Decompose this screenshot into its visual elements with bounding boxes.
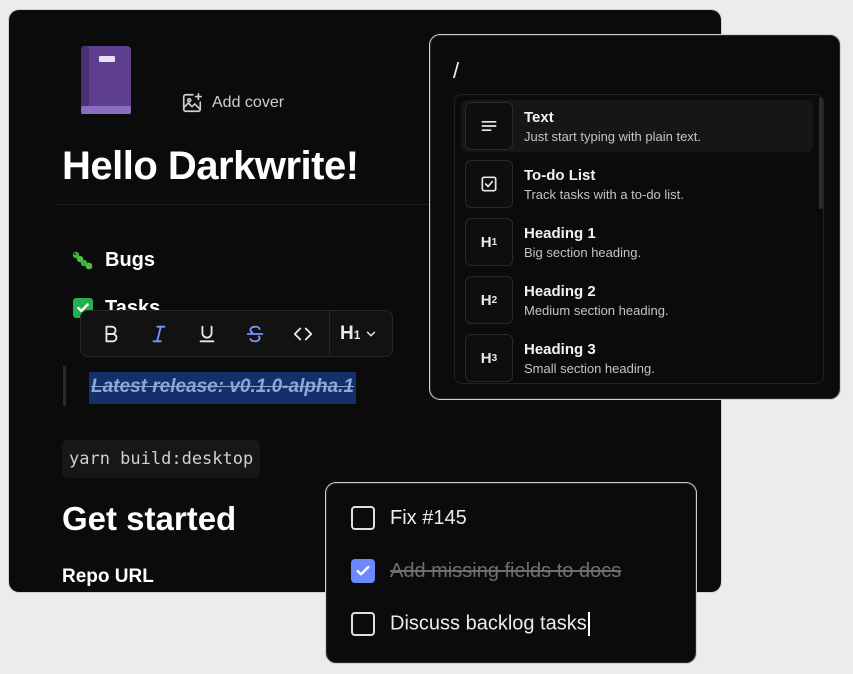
todo-checkbox-checked[interactable] bbox=[351, 559, 375, 583]
checkbox-icon bbox=[465, 160, 513, 208]
scrollbar-thumb[interactable] bbox=[819, 97, 823, 209]
list-item-label: Bugs bbox=[105, 248, 155, 271]
todo-list-panel: Fix #145 Add missing fields to docs Disc… bbox=[326, 483, 696, 663]
command-title: Heading 2 bbox=[524, 282, 596, 300]
chevron-down-icon bbox=[367, 331, 376, 336]
text-lines-icon bbox=[465, 102, 513, 150]
code-button[interactable] bbox=[279, 314, 327, 354]
command-title: Heading 1 bbox=[524, 224, 596, 242]
command-list: Text Just start typing with plain text. … bbox=[454, 94, 824, 384]
inline-code-block[interactable]: yarn build:desktop bbox=[62, 440, 261, 478]
italic-icon bbox=[152, 325, 166, 342]
heading-3-icon: H3 bbox=[465, 334, 513, 382]
image-add-icon bbox=[182, 93, 202, 113]
selected-text[interactable]: Latest release: v0.1.0-alpha.1 bbox=[89, 372, 356, 404]
command-item-heading-3[interactable]: H3 Heading 3 Small section heading. bbox=[461, 332, 813, 383]
todo-checkbox[interactable] bbox=[351, 612, 375, 636]
repo-url-label: Repo URL bbox=[62, 566, 154, 587]
bold-button[interactable] bbox=[87, 314, 135, 354]
text-cursor bbox=[587, 612, 590, 636]
command-title: Heading 3 bbox=[524, 340, 596, 358]
todo-item: Add missing fields to docs bbox=[351, 559, 621, 583]
caterpillar-icon bbox=[71, 248, 95, 272]
slash-command-input[interactable]: / bbox=[453, 58, 459, 84]
list-item-bugs[interactable]: Bugs bbox=[71, 248, 155, 272]
command-description: Just start typing with plain text. bbox=[524, 128, 702, 144]
heading-label: H1 bbox=[340, 322, 361, 344]
slash-command-menu: / Text Just start typing with plain text… bbox=[430, 35, 840, 399]
heading-dropdown[interactable]: H1 bbox=[330, 314, 378, 354]
italic-button[interactable] bbox=[135, 314, 183, 354]
command-title: Text bbox=[524, 108, 554, 126]
todo-text[interactable]: Add missing fields to docs bbox=[390, 560, 621, 583]
command-description: Track tasks with a to-do list. bbox=[524, 186, 684, 202]
command-description: Big section heading. bbox=[524, 244, 642, 260]
strikethrough-button[interactable] bbox=[231, 314, 279, 354]
command-item-text[interactable]: Text Just start typing with plain text. bbox=[461, 100, 813, 152]
todo-text[interactable]: Fix #145 bbox=[390, 507, 467, 530]
todo-item: Discuss backlog tasks bbox=[351, 612, 590, 636]
todo-checkbox[interactable] bbox=[351, 506, 375, 530]
bold-icon bbox=[105, 325, 118, 342]
quote-bar bbox=[63, 366, 66, 406]
command-title: To-do List bbox=[524, 166, 596, 184]
todo-item: Fix #145 bbox=[351, 506, 467, 530]
add-cover-button[interactable]: Add cover bbox=[181, 92, 284, 114]
check-icon bbox=[356, 565, 370, 576]
heading-1-icon: H1 bbox=[465, 218, 513, 266]
command-item-todo-list[interactable]: To-do List Track tasks with a to-do list… bbox=[461, 158, 813, 210]
command-item-heading-2[interactable]: H2 Heading 2 Medium section heading. bbox=[461, 274, 813, 326]
book-icon bbox=[81, 46, 131, 114]
code-icon bbox=[293, 327, 313, 340]
strikethrough-icon bbox=[246, 325, 264, 342]
page-title[interactable]: Hello Darkwrite! bbox=[62, 144, 359, 189]
add-cover-label: Add cover bbox=[212, 94, 285, 111]
command-description: Small section heading. bbox=[524, 360, 655, 376]
underline-button[interactable] bbox=[183, 314, 231, 354]
section-heading[interactable]: Get started bbox=[62, 500, 236, 538]
heading-2-icon: H2 bbox=[465, 276, 513, 324]
command-item-heading-1[interactable]: H1 Heading 1 Big section heading. bbox=[461, 216, 813, 268]
command-description: Medium section heading. bbox=[524, 302, 669, 318]
todo-text-editing[interactable]: Discuss backlog tasks bbox=[390, 612, 590, 636]
underline-icon bbox=[199, 325, 215, 342]
title-divider bbox=[57, 204, 457, 205]
formatting-toolbar: H1 bbox=[80, 310, 393, 357]
